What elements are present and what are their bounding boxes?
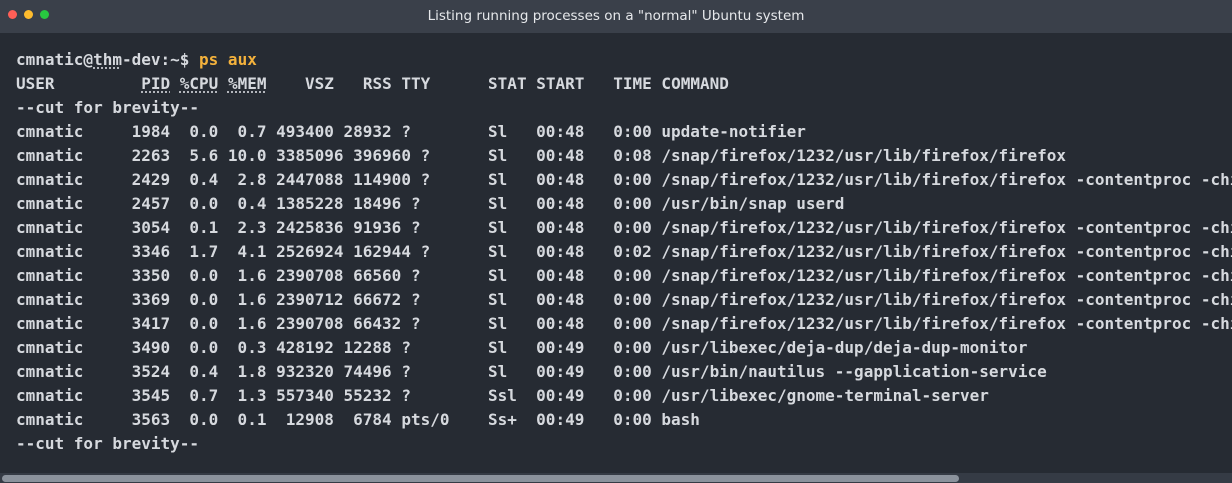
header-mem: %MEM: [227, 74, 267, 93]
window-title: Listing running processes on a "normal" …: [427, 8, 805, 24]
header-pid: PID: [141, 74, 171, 93]
command-text: ps aux: [199, 50, 257, 69]
prompt-user: cmnatic@: [16, 50, 94, 69]
process-row: cmnatic 3524 0.4 1.8 932320 74496 ? Sl 0…: [16, 362, 1047, 381]
header-sep-2: [218, 74, 228, 93]
process-row: cmnatic 3054 0.1 2.3 2425836 91936 ? Sl …: [16, 218, 1232, 237]
process-row: cmnatic 3369 0.0 1.6 2390712 66672 ? Sl …: [16, 290, 1232, 309]
process-row: cmnatic 3346 1.7 4.1 2526924 162944 ? Sl…: [16, 242, 1232, 261]
header-row: USER PID %CPU %MEM VSZ RSS TTY STAT STAR…: [16, 72, 729, 96]
cut-note-top: --cut for brevity--: [16, 98, 200, 117]
process-row: cmnatic 2263 5.6 10.0 3385096 396960 ? S…: [16, 146, 1066, 165]
header-sep-1: [170, 74, 180, 93]
process-row: cmnatic 3417 0.0 1.6 2390708 66432 ? Sl …: [16, 314, 1232, 333]
horizontal-scrollbar[interactable]: [0, 473, 1232, 483]
prompt-host: thm: [93, 50, 122, 69]
process-row: cmnatic 3350 0.0 1.6 2390708 66560 ? Sl …: [16, 266, 1232, 285]
process-row: cmnatic 1984 0.0 0.7 493400 28932 ? Sl 0…: [16, 122, 806, 141]
header-rest: VSZ RSS TTY STAT START TIME COMMAND: [266, 74, 729, 93]
process-row: cmnatic 3545 0.7 1.3 557340 55232 ? Ssl …: [16, 386, 989, 405]
cut-note-bottom: --cut for brevity--: [16, 434, 200, 453]
prompt-rest: -dev:~$: [121, 50, 200, 69]
scrollbar-thumb[interactable]: [2, 475, 959, 482]
title-bar: Listing running processes on a "normal" …: [0, 0, 1232, 33]
terminal-window: Listing running processes on a "normal" …: [0, 0, 1232, 483]
process-row: cmnatic 2457 0.0 0.4 1385228 18496 ? Sl …: [16, 194, 845, 213]
terminal-output[interactable]: cmnatic@thm-dev:~$ ps aux USER PID %CPU …: [0, 33, 1232, 473]
process-row: cmnatic 3563 0.0 0.1 12908 6784 pts/0 Ss…: [16, 410, 700, 429]
header-cpu: %CPU: [179, 74, 219, 93]
prompt-line: cmnatic@thm-dev:~$ ps aux: [16, 48, 257, 72]
process-row: cmnatic 3490 0.0 0.3 428192 12288 ? Sl 0…: [16, 338, 1028, 357]
header-user: USER: [16, 74, 142, 93]
process-row: cmnatic 2429 0.4 2.8 2447088 114900 ? Sl…: [16, 170, 1232, 189]
